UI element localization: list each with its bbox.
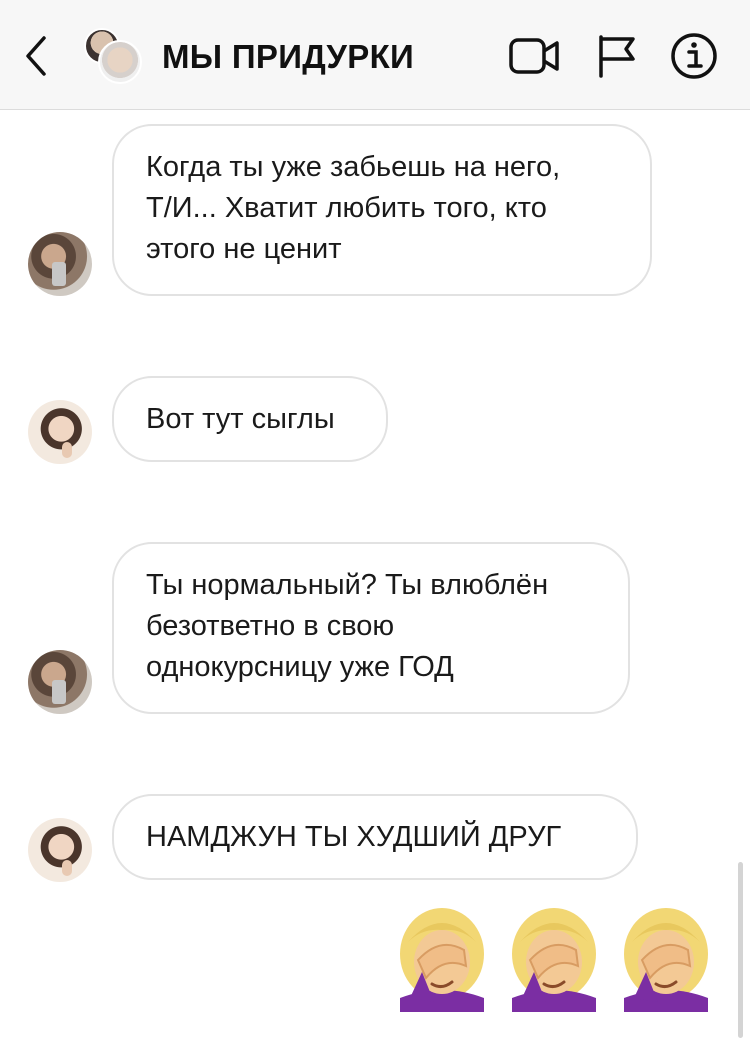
video-camera-icon	[509, 38, 559, 74]
group-avatar[interactable]	[84, 28, 142, 86]
message-line: этого не ценит	[146, 233, 342, 265]
jin-avatar[interactable]	[28, 400, 92, 464]
scrollbar[interactable]	[738, 862, 743, 1038]
woman-facepalming-icon	[392, 902, 492, 1012]
message-line: Т/И... Хватит любить того, кто	[146, 192, 547, 224]
video-call-button[interactable]	[508, 32, 560, 80]
flag-icon	[599, 35, 635, 78]
info-icon	[671, 33, 717, 79]
message-line: однокурсницу уже ГОД	[146, 651, 454, 683]
chat-title[interactable]: МЫ ПРИДУРКИ	[162, 38, 414, 76]
report-button[interactable]	[593, 32, 645, 80]
member-avatar	[98, 40, 142, 84]
back-chevron-icon	[26, 36, 46, 76]
message-line: безответно в свою	[146, 610, 395, 642]
namjoon-avatar[interactable]	[28, 232, 92, 296]
message-line: Когда ты уже забьешь на него,	[146, 151, 561, 183]
message-bubble[interactable]: Когда ты уже забьешь на него, Т/И... Хва…	[112, 124, 652, 296]
woman-facepalming-icon	[504, 902, 604, 1012]
message-line: НАМДЖУН ТЫ ХУДШИЙ ДРУГ	[146, 821, 562, 853]
message-bubble[interactable]: Вот тут сыглы	[112, 376, 388, 462]
jin-avatar[interactable]	[28, 818, 92, 882]
message-bubble[interactable]: Ты нормальный? Ты влюблён безответно в с…	[112, 542, 630, 714]
message-bubble[interactable]: НАМДЖУН ТЫ ХУДШИЙ ДРУГ	[112, 794, 638, 880]
emoji-message[interactable]	[392, 902, 728, 1014]
chat-header: МЫ ПРИДУРКИ	[0, 0, 750, 110]
woman-facepalming-icon	[616, 902, 716, 1012]
message-line: Вот тут сыглы	[146, 403, 335, 435]
back-button[interactable]	[18, 34, 54, 78]
info-button[interactable]	[668, 32, 720, 80]
message-line: Ты нормальный? Ты влюблён	[146, 569, 549, 601]
namjoon-avatar[interactable]	[28, 650, 92, 714]
